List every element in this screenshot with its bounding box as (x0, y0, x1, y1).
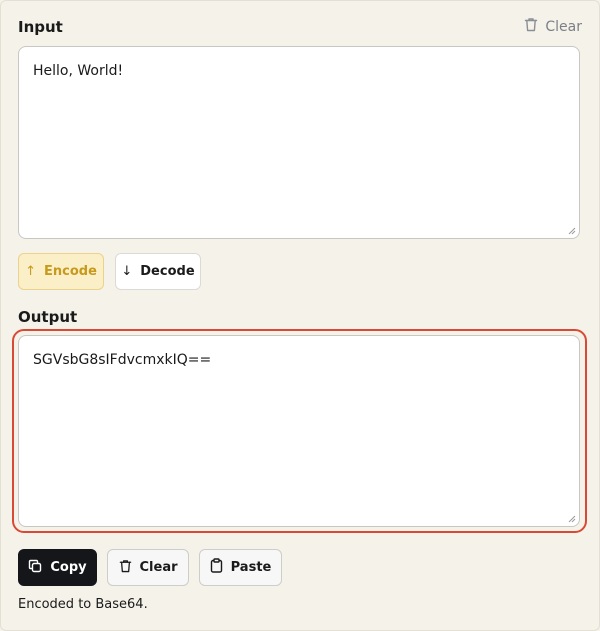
input-title: Input (18, 18, 63, 36)
clipboard-icon (210, 558, 223, 577)
decode-label: Decode (140, 264, 195, 279)
trash-icon (119, 559, 132, 577)
input-text: Hello, World! (33, 63, 124, 79)
copy-button[interactable]: Copy (18, 549, 97, 586)
status-message: Encoded to Base64. (18, 597, 148, 612)
arrow-up-icon: ↑ (25, 264, 36, 279)
encode-label: Encode (44, 264, 97, 279)
copy-label: Copy (50, 560, 87, 575)
input-textarea[interactable]: Hello, World! (18, 46, 580, 239)
resize-grip-icon[interactable] (567, 514, 576, 523)
trash-icon (524, 17, 538, 36)
resize-grip-icon[interactable] (567, 226, 576, 235)
output-clear-label: Clear (139, 560, 178, 575)
encode-button[interactable]: ↑ Encode (18, 253, 104, 290)
input-clear-label: Clear (545, 18, 582, 35)
output-text: SGVsbG8sIFdvcmxkIQ== (33, 352, 212, 368)
output-clear-button[interactable]: Clear (107, 549, 189, 586)
arrow-down-icon: ↓ (121, 264, 133, 279)
output-textarea[interactable]: SGVsbG8sIFdvcmxkIQ== (18, 335, 580, 527)
paste-label: Paste (230, 560, 272, 575)
input-clear-button[interactable]: Clear (524, 17, 582, 36)
output-title: Output (18, 308, 78, 326)
decode-button[interactable]: ↓ Decode (115, 253, 201, 290)
paste-button[interactable]: Paste (199, 549, 282, 586)
copy-icon (28, 559, 42, 577)
